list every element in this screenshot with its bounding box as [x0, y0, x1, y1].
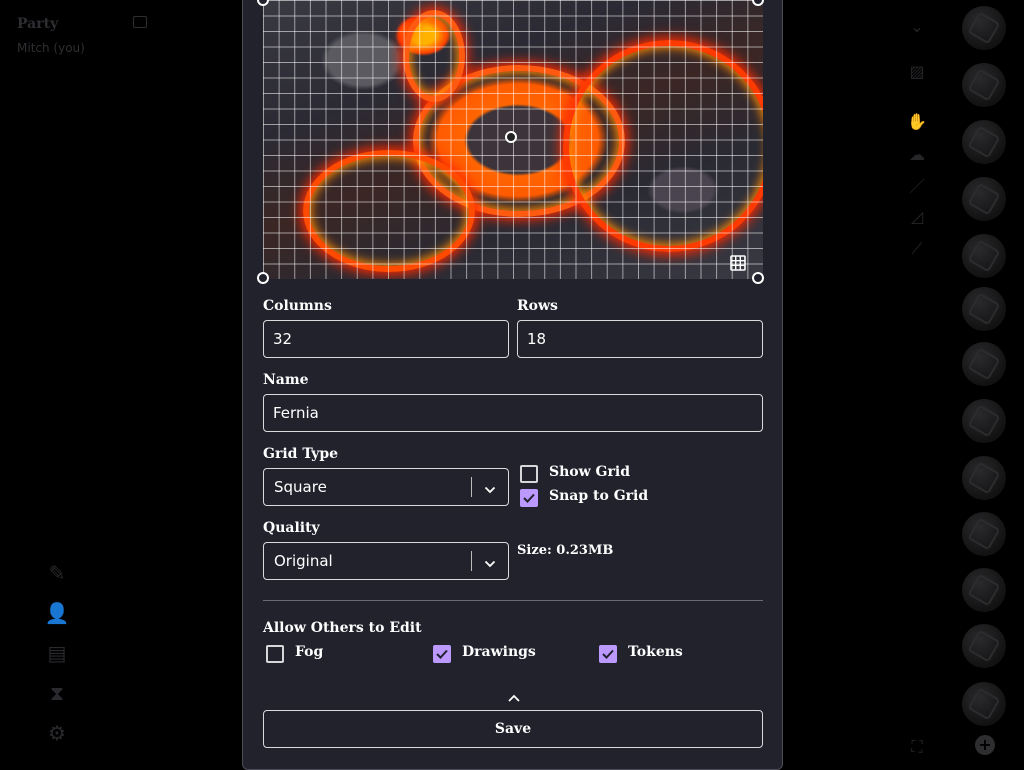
- map-settings-modal: Columns Rows Name Grid Type Square Show …: [242, 0, 783, 770]
- show-grid-checkbox[interactable]: [520, 465, 538, 483]
- fog-permission-checkbox[interactable]: [266, 645, 284, 663]
- draw-icon[interactable]: ／: [905, 175, 929, 199]
- map-image-icon[interactable]: ▨: [905, 60, 929, 84]
- select-separator: [471, 551, 472, 571]
- radio-icon[interactable]: ▤: [44, 640, 70, 666]
- dice-icon[interactable]: [962, 342, 1006, 386]
- grid-center-handle[interactable]: [505, 131, 517, 143]
- rows-label: Rows: [517, 298, 558, 314]
- rows-input[interactable]: [517, 320, 763, 358]
- dice-icon[interactable]: [962, 177, 1006, 221]
- columns-label: Columns: [263, 298, 332, 314]
- dice-icon[interactable]: [962, 624, 1006, 668]
- hand-icon[interactable]: ✋: [905, 110, 929, 134]
- snap-to-grid-label: Snap to Grid: [549, 488, 649, 504]
- dice-icon[interactable]: [962, 63, 1006, 107]
- grid-type-value: Square: [274, 478, 327, 496]
- grid-type-select[interactable]: Square: [263, 468, 509, 506]
- party-title: Party: [17, 16, 59, 32]
- settings-gear-icon[interactable]: ⚙: [44, 720, 70, 746]
- hourglass-icon[interactable]: ⧗: [44, 680, 70, 706]
- fog-icon[interactable]: ☁: [905, 143, 929, 167]
- party-player: Mitch (you): [17, 41, 85, 55]
- save-button[interactable]: Save: [263, 710, 763, 748]
- grid-type-label: Grid Type: [263, 446, 339, 462]
- tokens-permission-label: Tokens: [628, 644, 683, 660]
- dice-icon[interactable]: [962, 6, 1006, 50]
- chevron-down-icon: [484, 555, 496, 568]
- dice-icon[interactable]: [962, 120, 1006, 164]
- add-dice-icon[interactable]: +: [975, 735, 995, 755]
- allow-edit-label: Allow Others to Edit: [263, 620, 422, 636]
- map-size-text: Size: 0.23MB: [517, 543, 614, 558]
- dice-icon[interactable]: [962, 287, 1006, 331]
- map-preview[interactable]: [263, 0, 763, 279]
- add-user-icon[interactable]: 👤: [44, 600, 70, 626]
- dice-icon[interactable]: [962, 682, 1006, 726]
- fog-permission-label: Fog: [295, 644, 324, 660]
- quality-value: Original: [274, 552, 333, 570]
- name-label: Name: [263, 372, 309, 388]
- quality-select[interactable]: Original: [263, 542, 509, 580]
- dice-icon[interactable]: [962, 399, 1006, 443]
- drawings-permission-label: Drawings: [462, 644, 536, 660]
- chevron-down-icon[interactable]: ⌄: [905, 15, 929, 39]
- fullscreen-icon[interactable]: ⛶: [905, 735, 929, 759]
- chevron-up-icon[interactable]: [507, 688, 521, 702]
- resize-handle-bottom-left[interactable]: [257, 272, 269, 284]
- divider: [263, 600, 763, 601]
- quality-label: Quality: [263, 520, 320, 536]
- columns-input[interactable]: [263, 320, 509, 358]
- pointer-icon[interactable]: ⟋: [905, 237, 929, 261]
- select-separator: [471, 477, 472, 497]
- expand-icon[interactable]: [133, 16, 147, 28]
- dice-icon[interactable]: [962, 456, 1006, 500]
- dice-icon[interactable]: [962, 234, 1006, 278]
- dice-icon[interactable]: [962, 512, 1006, 556]
- snap-to-grid-checkbox[interactable]: [520, 489, 538, 507]
- dice-icon[interactable]: [962, 568, 1006, 612]
- chevron-down-icon: [484, 481, 496, 494]
- tokens-permission-checkbox[interactable]: [599, 645, 617, 663]
- show-grid-label: Show Grid: [549, 464, 630, 480]
- pencil-icon[interactable]: ✎: [44, 560, 70, 586]
- measure-icon[interactable]: ◿: [905, 205, 929, 229]
- drawings-permission-checkbox[interactable]: [433, 645, 451, 663]
- grid-icon[interactable]: [730, 255, 746, 271]
- name-input[interactable]: [263, 394, 763, 432]
- resize-handle-bottom-right[interactable]: [752, 272, 764, 284]
